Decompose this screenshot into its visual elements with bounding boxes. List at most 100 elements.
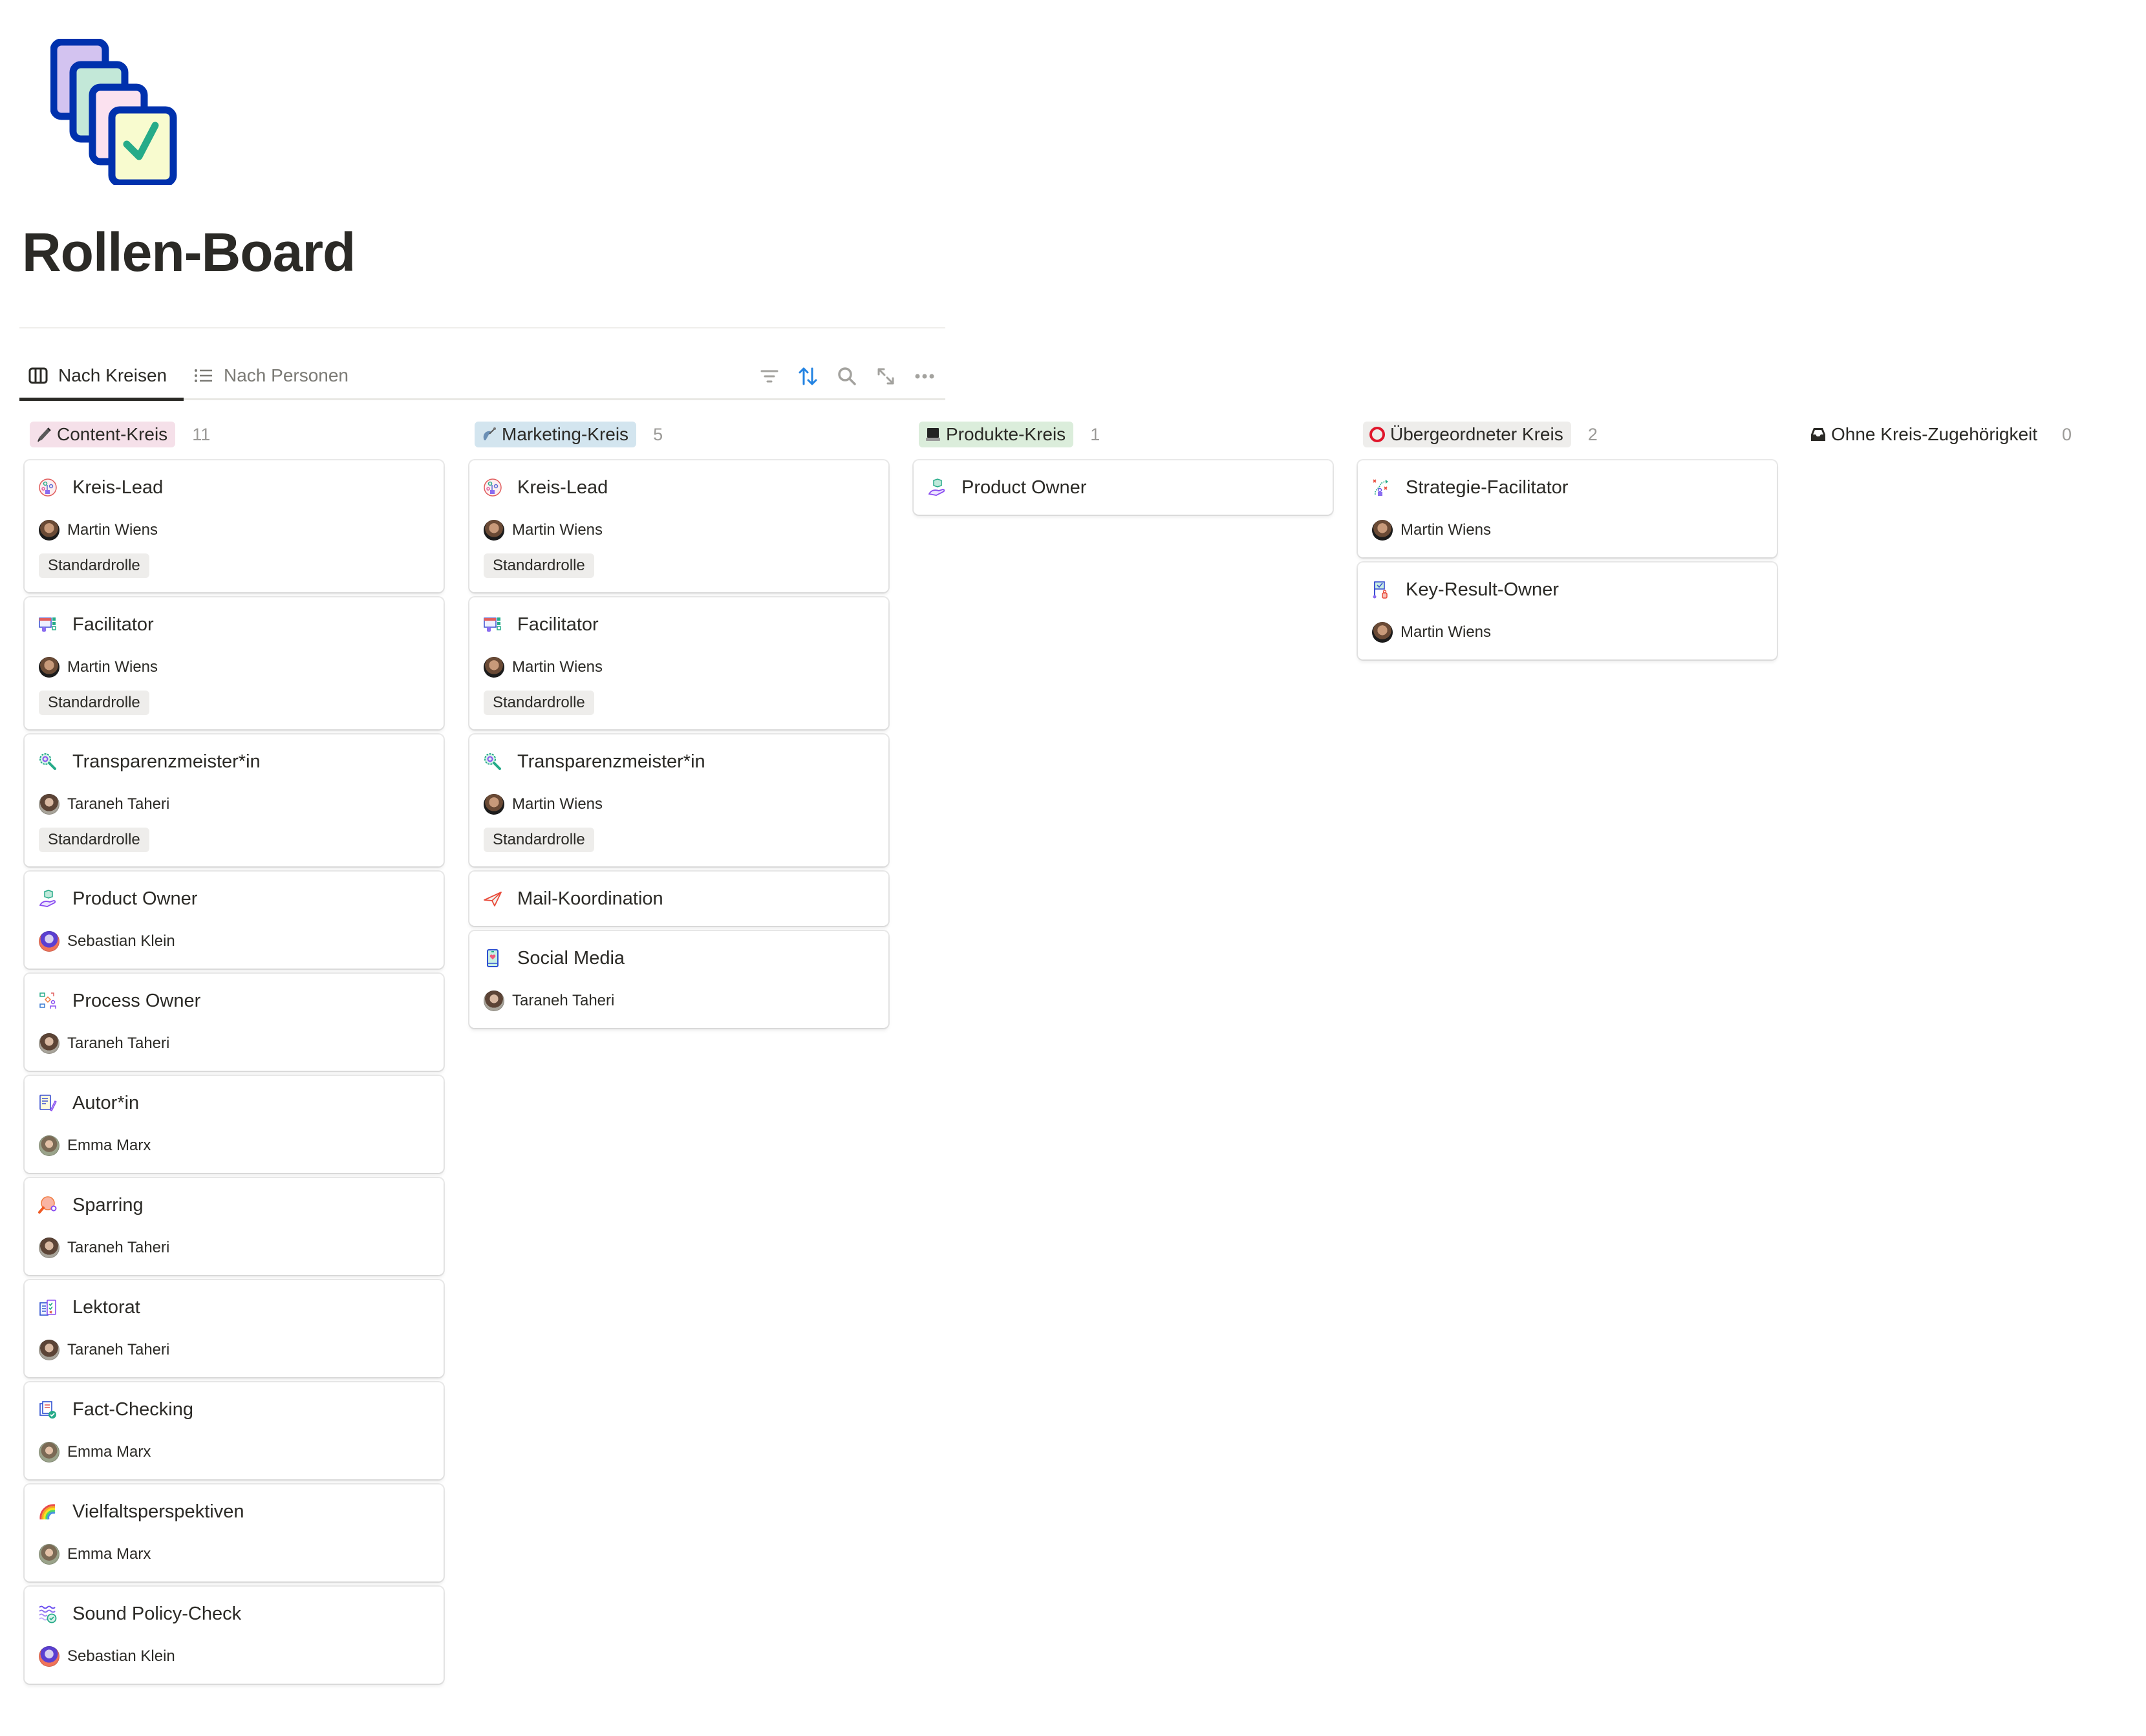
person-name: Sebastian Klein xyxy=(67,1647,175,1665)
page-icon-stacked-cards[interactable] xyxy=(50,39,180,185)
card-person: Taraneh Taheri xyxy=(38,1337,429,1363)
satellite-dish-icon xyxy=(480,425,498,444)
search-button[interactable] xyxy=(834,363,860,389)
role-card[interactable]: Transparenzmeister*in Martin Wiens Standar… xyxy=(469,734,888,866)
person-name: Martin Wiens xyxy=(512,795,603,813)
column-group-pill[interactable]: Produkte-Kreis xyxy=(919,422,1074,447)
avatar xyxy=(39,520,59,541)
tab-label: Nach Personen xyxy=(224,365,349,385)
role-type-tag: Standardrolle xyxy=(484,828,594,852)
card-person: Martin Wiens xyxy=(1371,619,1763,645)
expand-button[interactable] xyxy=(873,363,899,389)
person-name: Taraneh Taheri xyxy=(67,795,170,813)
card-title: Product Owner xyxy=(72,888,198,909)
card-title: Transparenzmeister*in xyxy=(517,751,705,772)
column-header[interactable]: Content-Kreis 11 xyxy=(25,419,445,450)
card-title: Fact-Checking xyxy=(72,1398,193,1420)
role-card[interactable]: Lektorat Taraneh Taheri xyxy=(25,1280,444,1377)
clipboard-check-icon xyxy=(38,1297,58,1318)
column-group-pill[interactable]: Marketing-Kreis xyxy=(475,422,637,447)
card-title: Facilitator xyxy=(72,614,154,635)
ping-pong-icon xyxy=(38,1195,58,1216)
card-person: Sebastian Klein xyxy=(38,928,429,954)
card-person: Martin Wiens xyxy=(38,517,429,543)
card-person: Martin Wiens xyxy=(482,654,874,680)
avatar xyxy=(39,794,59,815)
role-type-tag: Standardrolle xyxy=(484,553,594,578)
role-card[interactable]: Vielfaltsperspektiven Emma Marx xyxy=(25,1484,444,1581)
card-title-row: Sparring xyxy=(38,1192,429,1218)
card-title: Sound Policy-Check xyxy=(72,1603,242,1624)
card-person: Taraneh Taheri xyxy=(38,1031,429,1056)
role-card[interactable]: Strategie-Facilitator Martin Wiens xyxy=(1358,460,1777,557)
role-card[interactable]: Facilitator Martin Wiens Standardrolle xyxy=(469,597,888,729)
avatar xyxy=(484,794,504,815)
person-name: Martin Wiens xyxy=(67,521,158,539)
more-button[interactable] xyxy=(912,363,938,389)
smartphone-heart-icon xyxy=(482,948,503,969)
card-title-row: Lektorat xyxy=(38,1294,429,1320)
card-title-row: Autor*in xyxy=(38,1090,429,1116)
key-result-flag-icon xyxy=(1371,579,1391,600)
role-card[interactable]: Transparenzmeister*in Taraneh Taheri Stand… xyxy=(25,734,444,866)
role-card[interactable]: Social Media Taraneh Taheri xyxy=(469,931,888,1028)
role-card[interactable]: Mail-Koordination xyxy=(469,872,888,926)
avatar xyxy=(39,1033,59,1054)
role-card[interactable]: Fact-Checking Emma Marx xyxy=(25,1382,444,1479)
role-card[interactable]: Key-Result-Owner Martin Wiens xyxy=(1358,563,1777,659)
expand-arrows-icon xyxy=(877,368,894,385)
role-card[interactable]: Process Owner Taraneh Taheri xyxy=(25,974,444,1071)
page-title[interactable]: Rollen-Board xyxy=(22,221,356,284)
card-title-row: Kreis-Lead xyxy=(482,475,874,500)
tab-nach-kreisen[interactable]: Nach Kreisen xyxy=(27,354,167,397)
column-title: Übergeordneter Kreis xyxy=(1390,424,1563,444)
card-person: Taraneh Taheri xyxy=(38,791,429,817)
role-type-tag: Standardrolle xyxy=(39,553,149,578)
role-type-tag: Standardrolle xyxy=(484,691,594,715)
column-group-pill[interactable]: Ohne Kreis-Zugehörigkeit xyxy=(1809,422,2045,447)
filter-icon xyxy=(760,370,778,383)
filter-button[interactable] xyxy=(756,363,782,389)
title-divider xyxy=(19,327,945,328)
sort-button[interactable] xyxy=(795,363,821,389)
role-card[interactable]: Sound Policy-Check Sebastian Klein xyxy=(25,1587,444,1684)
role-card[interactable]: Autor*in Emma Marx xyxy=(25,1076,444,1173)
role-card[interactable]: Facilitator Martin Wiens Standardrolle xyxy=(25,597,444,729)
person-name: Emma Marx xyxy=(67,1545,151,1563)
avatar xyxy=(39,1340,59,1360)
tab-label: Nach Kreisen xyxy=(58,365,167,385)
card-title: Lektorat xyxy=(72,1296,140,1318)
avatar xyxy=(1372,520,1393,541)
card-title-row: Fact-Checking xyxy=(38,1397,429,1422)
list-icon xyxy=(193,365,215,387)
document-pen-icon xyxy=(38,1093,58,1113)
org-chart-icon xyxy=(482,477,503,498)
column-header[interactable]: Übergeordneter Kreis 2 xyxy=(1358,419,1778,450)
role-card[interactable]: Product Owner xyxy=(914,460,1333,515)
card-title: Process Owner xyxy=(72,990,201,1011)
card-person: Emma Marx xyxy=(38,1133,429,1159)
paper-plane-icon xyxy=(482,888,503,909)
role-card[interactable]: Kreis-Lead Martin Wiens Standardrolle xyxy=(469,460,888,592)
column-header[interactable]: Marketing-Kreis 5 xyxy=(469,419,890,450)
role-card[interactable]: Sparring Taraneh Taheri xyxy=(25,1178,444,1275)
column-group-pill[interactable]: Content-Kreis xyxy=(30,422,176,447)
column-group-pill[interactable]: Übergeordneter Kreis xyxy=(1363,422,1571,447)
card-title: Facilitator xyxy=(517,614,599,635)
person-name: Taraneh Taheri xyxy=(67,1239,170,1256)
magnifier-eye-icon xyxy=(482,751,503,772)
person-name: Sebastian Klein xyxy=(67,932,175,950)
card-title-row: Key-Result-Owner xyxy=(1371,577,1763,603)
card-title-row: Product Owner xyxy=(927,475,1318,500)
board-columns-icon xyxy=(27,365,49,387)
card-title: Transparenzmeister*in xyxy=(72,751,261,772)
role-card[interactable]: Kreis-Lead Martin Wiens Standardrolle xyxy=(25,460,444,592)
magnifier-eye-icon xyxy=(38,751,58,772)
role-card[interactable]: Product Owner Sebastian Klein xyxy=(25,872,444,969)
card-title: Mail-Koordination xyxy=(517,888,663,909)
column-header[interactable]: Produkte-Kreis 1 xyxy=(914,419,1334,450)
tab-nach-personen[interactable]: Nach Personen xyxy=(193,354,349,397)
rainbow-icon xyxy=(38,1501,58,1522)
card-person: Martin Wiens xyxy=(1371,517,1763,543)
column-header[interactable]: Ohne Kreis-Zugehörigkeit 0 xyxy=(1804,419,2146,450)
